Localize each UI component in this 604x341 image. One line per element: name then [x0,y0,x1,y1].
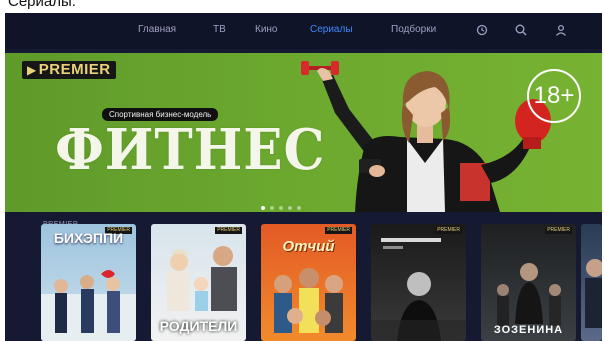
poster-card[interactable]: PREMIER БИХЭППИ [41,224,136,341]
nav-item-series[interactable]: Сериалы [310,24,353,36]
poster-card[interactable]: PREMIER ЗОЗЕНИНА [481,224,576,341]
poster-badge: PREMIER [215,227,242,234]
promo-banner[interactable]: ▶ PREMIER Спортивная бизнес-модель ФИТНЕ… [5,53,602,212]
poster-card[interactable]: PREMIER Отчий [261,224,356,341]
page-heading: Сериалы. [8,0,76,10]
banner-artwork [295,53,565,212]
premier-logo: ▶ PREMIER [22,61,116,79]
history-icon[interactable] [475,23,489,37]
carousel-dot[interactable] [297,206,301,210]
poster-row: PREMIER БИХЭППИ PREMIER РОДИТЕЛИ PREMIER [41,224,602,341]
poster-card[interactable] [581,224,602,341]
poster-card[interactable]: PREMIER [371,224,466,341]
carousel-dot[interactable] [270,206,274,210]
nav-item-collections[interactable]: Подборки [391,24,436,36]
poster-badge: PREMIER [545,227,572,234]
poster-title: БИХЭППИ [53,230,124,246]
carousel-dots [261,197,306,210]
age-rating-badge: 18+ [527,69,581,123]
nav-item-home[interactable]: Главная [138,24,176,36]
nav-item-tv[interactable]: ТВ [213,24,226,36]
poster-title: РОДИТЕЛИ [159,318,238,334]
search-icon[interactable] [514,23,528,37]
poster-badge: PREMIER [325,227,352,234]
app-window: Главная ТВ Кино Сериалы Подборки ▶ PREMIE… [5,13,602,341]
profile-icon[interactable] [554,23,568,37]
poster-title: Отчий [282,238,335,255]
carousel-dot[interactable] [288,206,292,210]
poster-badge: PREMIER [435,227,462,234]
carousel-dot[interactable] [261,206,265,210]
carousel-dot[interactable] [279,206,283,210]
poster-title: ЗОЗЕНИНА [493,324,564,336]
poster-card[interactable]: PREMIER РОДИТЕЛИ [151,224,246,341]
nav-item-movies[interactable]: Кино [255,24,278,36]
banner-show-title: ФИТНЕС [55,117,326,183]
top-navigation: Главная ТВ Кино Сериалы Подборки [5,13,602,49]
